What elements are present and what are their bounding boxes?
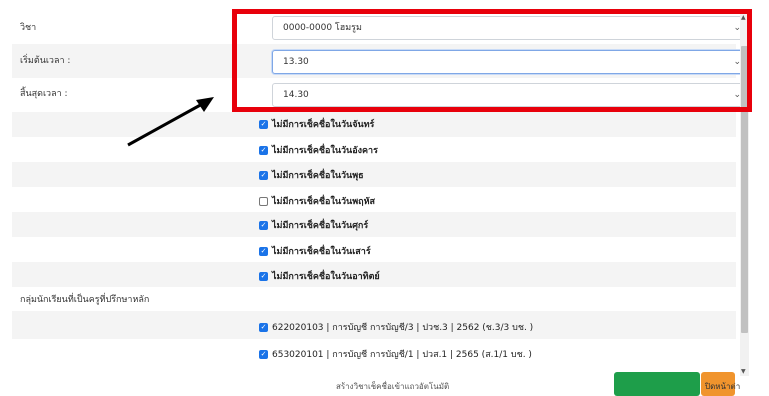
pointer-arrow-icon [127,97,214,147]
